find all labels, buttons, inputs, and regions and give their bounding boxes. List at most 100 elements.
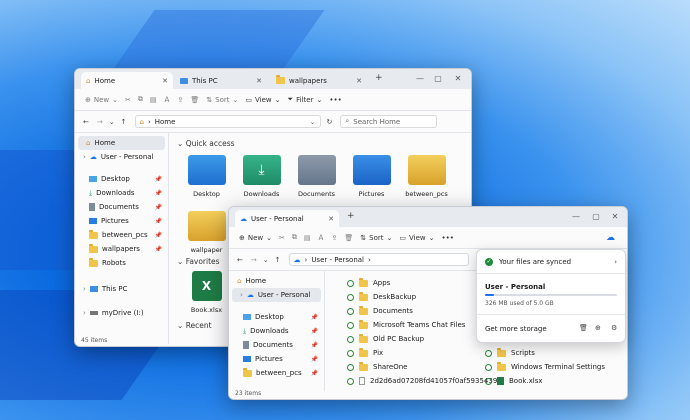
sidebar-item-home[interactable]: ⌂ Home [229, 274, 324, 288]
maximize-button[interactable]: ▢ [589, 210, 603, 222]
list-item[interactable]: Windows Terminal Settings [485, 360, 605, 374]
close-icon[interactable]: ✕ [356, 77, 362, 85]
filter-button[interactable]: ⏷ Filter ⌄ [288, 95, 323, 104]
list-item[interactable]: Book.xlsx [485, 374, 543, 388]
share-icon[interactable]: ⇪ [178, 96, 184, 104]
list-item[interactable]: 2d2d6ad07208fd41057f0af5935439... [347, 374, 504, 388]
rename-icon[interactable]: Ａ [164, 95, 171, 105]
pin-icon[interactable]: 📌 [155, 246, 162, 253]
new-tab-button[interactable]: + [347, 211, 355, 221]
sidebar-item-documents[interactable]: Documents 📌 [229, 338, 324, 352]
tab-user-personal[interactable]: ☁ User - Personal ✕ [235, 210, 339, 227]
back-icon[interactable]: ← [83, 118, 89, 126]
tile-desktop[interactable]: Desktop [179, 155, 234, 198]
sidebar-item-downloads[interactable]: ⤓ Downloads 📌 [229, 324, 324, 338]
view-button[interactable]: ▭ View ⌄ [245, 96, 280, 104]
gear-icon[interactable]: ⚙ [611, 324, 617, 332]
sidebar-item-between-pcs[interactable]: between_pcs 📌 [229, 366, 324, 380]
close-icon[interactable]: ✕ [328, 215, 334, 223]
sidebar-item-desktop[interactable]: Desktop 📌 [229, 310, 324, 324]
sidebar-item-wallpapers[interactable]: wallpapers 📌 [75, 242, 168, 256]
maximize-button[interactable]: ▢ [431, 72, 445, 84]
pin-icon[interactable]: 📌 [311, 328, 318, 335]
close-icon[interactable]: ✕ [162, 77, 168, 85]
onedrive-cloud-icon[interactable]: ☁ [606, 233, 615, 243]
cut-icon[interactable]: ✂ [125, 96, 131, 104]
new-button[interactable]: ⊕ New ⌄ [85, 96, 118, 104]
more-options-button[interactable]: ••• [442, 234, 454, 242]
cut-icon[interactable]: ✂ [279, 234, 285, 242]
close-icon[interactable]: ✕ [256, 77, 262, 85]
tile-between-pcs[interactable]: between_pcs [399, 155, 454, 198]
tile-downloads[interactable]: ⤓ Downloads [234, 155, 289, 198]
rename-icon[interactable]: Ａ [318, 233, 325, 243]
tile-documents[interactable]: Documents [289, 155, 344, 198]
list-item[interactable]: ShareOne [347, 360, 407, 374]
sidebar-item-user-personal[interactable]: › ☁ User - Personal [232, 288, 321, 302]
tab-wallpapers[interactable]: wallpapers ✕ [271, 72, 367, 89]
search-input[interactable]: ⌕ Search Home [340, 115, 438, 128]
list-item[interactable]: Apps [347, 276, 390, 290]
tile-book-xlsx[interactable]: X Book.xlsx [179, 271, 234, 314]
get-more-storage-link[interactable]: Get more storage [485, 325, 547, 333]
tile-wallpaper[interactable]: wallpaper [179, 211, 234, 254]
new-tab-button[interactable]: + [375, 73, 383, 83]
pin-icon[interactable]: 📌 [155, 218, 162, 225]
sync-status-row[interactable]: ✓ Your files are synced › [485, 256, 617, 268]
pin-icon[interactable]: 📌 [311, 342, 318, 349]
list-item[interactable]: Old PC Backup [347, 332, 424, 346]
list-item[interactable]: Documents [347, 304, 413, 318]
sidebar-item-mydrive[interactable]: › myDrive (I:) [75, 306, 168, 320]
globe-icon[interactable]: ⊕ [595, 324, 601, 332]
sidebar-item-home[interactable]: ⌂ Home [78, 136, 165, 150]
share-icon[interactable]: ⇪ [332, 234, 338, 242]
delete-icon[interactable]: 🗑 [190, 96, 199, 104]
pin-icon[interactable]: 📌 [311, 356, 318, 363]
refresh-icon[interactable]: ↻ [327, 118, 333, 126]
list-item[interactable]: DeskBackup [347, 290, 416, 304]
sidebar-item-desktop[interactable]: Desktop 📌 [75, 172, 168, 186]
minimize-button[interactable]: — [569, 210, 583, 222]
close-window-button[interactable]: ✕ [608, 210, 622, 222]
tile-pictures[interactable]: Pictures [344, 155, 399, 198]
sort-button[interactable]: ⇅ Sort ⌄ [360, 234, 392, 242]
address-bar[interactable]: ☁ › User - Personal › [288, 253, 469, 266]
sidebar-item-documents[interactable]: Documents 📌 [75, 200, 168, 214]
sidebar-item-pictures[interactable]: Pictures 📌 [229, 352, 324, 366]
sidebar-item-between-pcs[interactable]: between_pcs 📌 [75, 228, 168, 242]
sidebar-item-robots[interactable]: Robots [75, 256, 168, 270]
address-bar[interactable]: ⌂ › Home ⌄ [134, 115, 321, 128]
recent-header[interactable]: ⌄ Recent [177, 321, 212, 330]
close-window-button[interactable]: ✕ [451, 72, 465, 84]
copy-icon[interactable]: ⧉ [292, 233, 297, 242]
paste-icon[interactable]: ▤ [150, 96, 157, 104]
up-icon[interactable]: ↑ [121, 118, 127, 126]
sort-button[interactable]: ⇅ Sort ⌄ [206, 96, 238, 104]
favorites-header[interactable]: ⌄ Favorites [177, 257, 220, 266]
delete-icon[interactable]: 🗑 [344, 234, 353, 242]
quick-access-header[interactable]: ⌄ Quick access [177, 139, 235, 148]
pin-icon[interactable]: 📌 [155, 204, 162, 211]
recent-locations-icon[interactable]: ⌄ [263, 256, 269, 264]
pin-icon[interactable]: 📌 [311, 314, 318, 321]
pin-icon[interactable]: 📌 [155, 176, 162, 183]
pin-icon[interactable]: 📌 [311, 370, 318, 377]
back-icon[interactable]: ← [237, 256, 243, 264]
more-options-button[interactable]: ••• [329, 96, 341, 104]
list-item[interactable]: Pix [347, 346, 383, 360]
paste-icon[interactable]: ▤ [304, 234, 311, 242]
sidebar-item-this-pc[interactable]: › This PC [75, 282, 168, 296]
list-item[interactable]: Microsoft Teams Chat Files [347, 318, 465, 332]
forward-icon[interactable]: → [97, 118, 103, 126]
tab-this-pc[interactable]: This PC ✕ [175, 72, 267, 89]
sidebar-item-downloads[interactable]: ⤓ Downloads 📌 [75, 186, 168, 200]
pin-icon[interactable]: 📌 [155, 232, 162, 239]
list-item[interactable]: Scripts [485, 346, 535, 360]
sidebar-item-pictures[interactable]: Pictures 📌 [75, 214, 168, 228]
forward-icon[interactable]: → [251, 256, 257, 264]
sidebar-item-user-personal[interactable]: › ☁ User - Personal [75, 150, 168, 164]
recent-locations-icon[interactable]: ⌄ [109, 118, 115, 126]
minimize-button[interactable]: — [413, 72, 427, 84]
new-button[interactable]: ⊕ New ⌄ [239, 234, 272, 242]
pin-icon[interactable]: 📌 [155, 190, 162, 197]
